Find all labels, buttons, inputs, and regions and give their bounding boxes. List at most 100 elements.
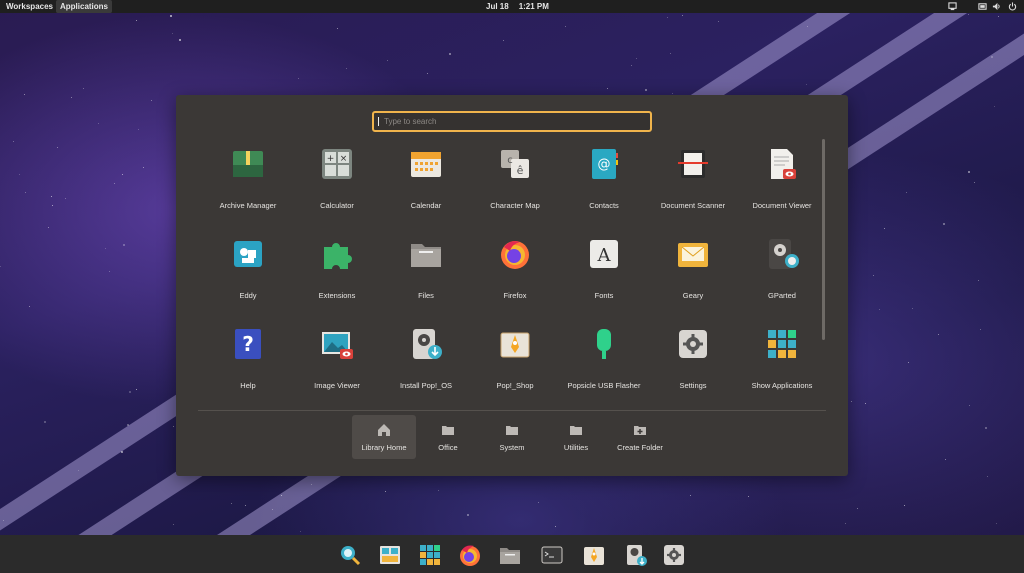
star [123, 244, 125, 246]
app-grid-icon[interactable] [418, 543, 442, 567]
category-system[interactable]: System [480, 415, 544, 459]
star [71, 97, 72, 98]
volume-icon[interactable] [992, 2, 1001, 11]
app-calculator[interactable]: + × Calculator [289, 139, 385, 219]
settings-icon[interactable] [662, 543, 686, 567]
workspaces-button[interactable]: Workspaces [2, 0, 57, 13]
search-input[interactable] [374, 113, 654, 130]
app-character-map[interactable]: cê Character Map [467, 139, 563, 219]
svg-text:@: @ [598, 157, 611, 172]
disk-icon [769, 239, 799, 269]
star [807, 26, 808, 27]
star [968, 14, 969, 15]
svg-text:?: ? [242, 332, 254, 356]
app-help[interactable]: ? Help [200, 319, 296, 399]
app-geary[interactable]: Geary [645, 229, 741, 309]
app-contacts[interactable]: @ Contacts [556, 139, 652, 219]
app-label: Document Scanner [660, 201, 726, 210]
app-label: Files [418, 291, 434, 300]
home-icon [378, 424, 390, 436]
applications-button[interactable]: Applications [56, 0, 113, 13]
star [857, 508, 858, 509]
app-files[interactable]: Files [378, 229, 474, 309]
star [385, 491, 386, 492]
power-icon[interactable] [1008, 2, 1017, 11]
app-label: Geary [682, 291, 704, 300]
install-icon[interactable] [624, 543, 648, 567]
app-document-viewer[interactable]: Document Viewer [734, 139, 830, 219]
app-label: Fonts [594, 291, 614, 300]
terminal-icon[interactable] [540, 543, 564, 567]
scanner-icon [678, 150, 708, 178]
star [78, 470, 79, 471]
star [52, 205, 53, 206]
app-label: Archive Manager [219, 201, 277, 210]
firefox-icon[interactable] [458, 543, 482, 567]
shop-icon[interactable] [582, 543, 606, 567]
star [908, 362, 909, 363]
star [969, 405, 970, 406]
category-library-home[interactable]: Library Home [352, 415, 416, 459]
star [127, 424, 129, 426]
category-office[interactable]: Office [416, 415, 480, 459]
svg-text:×: × [340, 154, 348, 164]
app-install-pop-os[interactable]: Install Pop!_OS [378, 319, 474, 399]
star [682, 15, 683, 16]
app-settings[interactable]: Settings [645, 319, 741, 399]
category-utilities[interactable]: Utilities [544, 415, 608, 459]
app-label: Document Viewer [752, 201, 812, 210]
star [172, 33, 173, 34]
star [467, 514, 469, 516]
star [879, 309, 880, 310]
battery-icon[interactable] [978, 2, 987, 11]
network-icon[interactable] [948, 2, 957, 11]
star [105, 248, 106, 249]
app-gparted[interactable]: GParted [734, 229, 830, 309]
folder-icon [411, 244, 441, 267]
star [884, 228, 885, 229]
app-extensions[interactable]: Extensions [289, 229, 385, 309]
star [991, 56, 993, 58]
star [48, 227, 49, 228]
star [337, 28, 338, 29]
star [138, 129, 139, 130]
app-image-viewer[interactable]: Image Viewer [289, 319, 385, 399]
clock[interactable]: Jul 18 1:21 PM [486, 0, 559, 13]
svg-text:+: + [327, 154, 335, 164]
app-calendar[interactable]: Calendar [378, 139, 474, 219]
app-pop-shop[interactable]: Pop!_Shop [467, 319, 563, 399]
svg-text:A: A [597, 245, 612, 266]
star [904, 505, 905, 506]
star [555, 526, 556, 527]
app-eddy[interactable]: Eddy [200, 229, 296, 309]
star [122, 174, 123, 175]
calendar-icon [411, 152, 441, 177]
star [994, 106, 995, 107]
star [672, 93, 673, 94]
app-label: Extensions [318, 291, 356, 300]
category-label: Office [438, 443, 458, 452]
app-archive-manager[interactable]: Archive Manager [200, 139, 296, 219]
star [121, 451, 123, 453]
app-fonts[interactable]: A Fonts [556, 229, 652, 309]
star [670, 53, 671, 54]
create-folder-button[interactable]: Create Folder [608, 415, 672, 459]
search-icon[interactable] [338, 543, 362, 567]
star [98, 123, 99, 124]
star [173, 426, 174, 427]
svg-text:ê: ê [517, 164, 524, 177]
category-label: Utilities [563, 443, 589, 452]
workspaces-icon[interactable] [378, 543, 402, 567]
star [980, 329, 981, 330]
star [806, 84, 807, 85]
search-box[interactable] [372, 111, 654, 132]
app-popsicle[interactable]: Popsicle USB Flasher [556, 319, 652, 399]
app-show-applications[interactable]: Show Applications [734, 319, 830, 399]
star [24, 94, 25, 95]
star [667, 17, 668, 18]
app-document-scanner[interactable]: Document Scanner [645, 139, 741, 219]
files-icon[interactable] [498, 543, 522, 567]
app-label: Image Viewer [314, 381, 360, 390]
star [748, 496, 749, 497]
app-firefox[interactable]: Firefox [467, 229, 563, 309]
